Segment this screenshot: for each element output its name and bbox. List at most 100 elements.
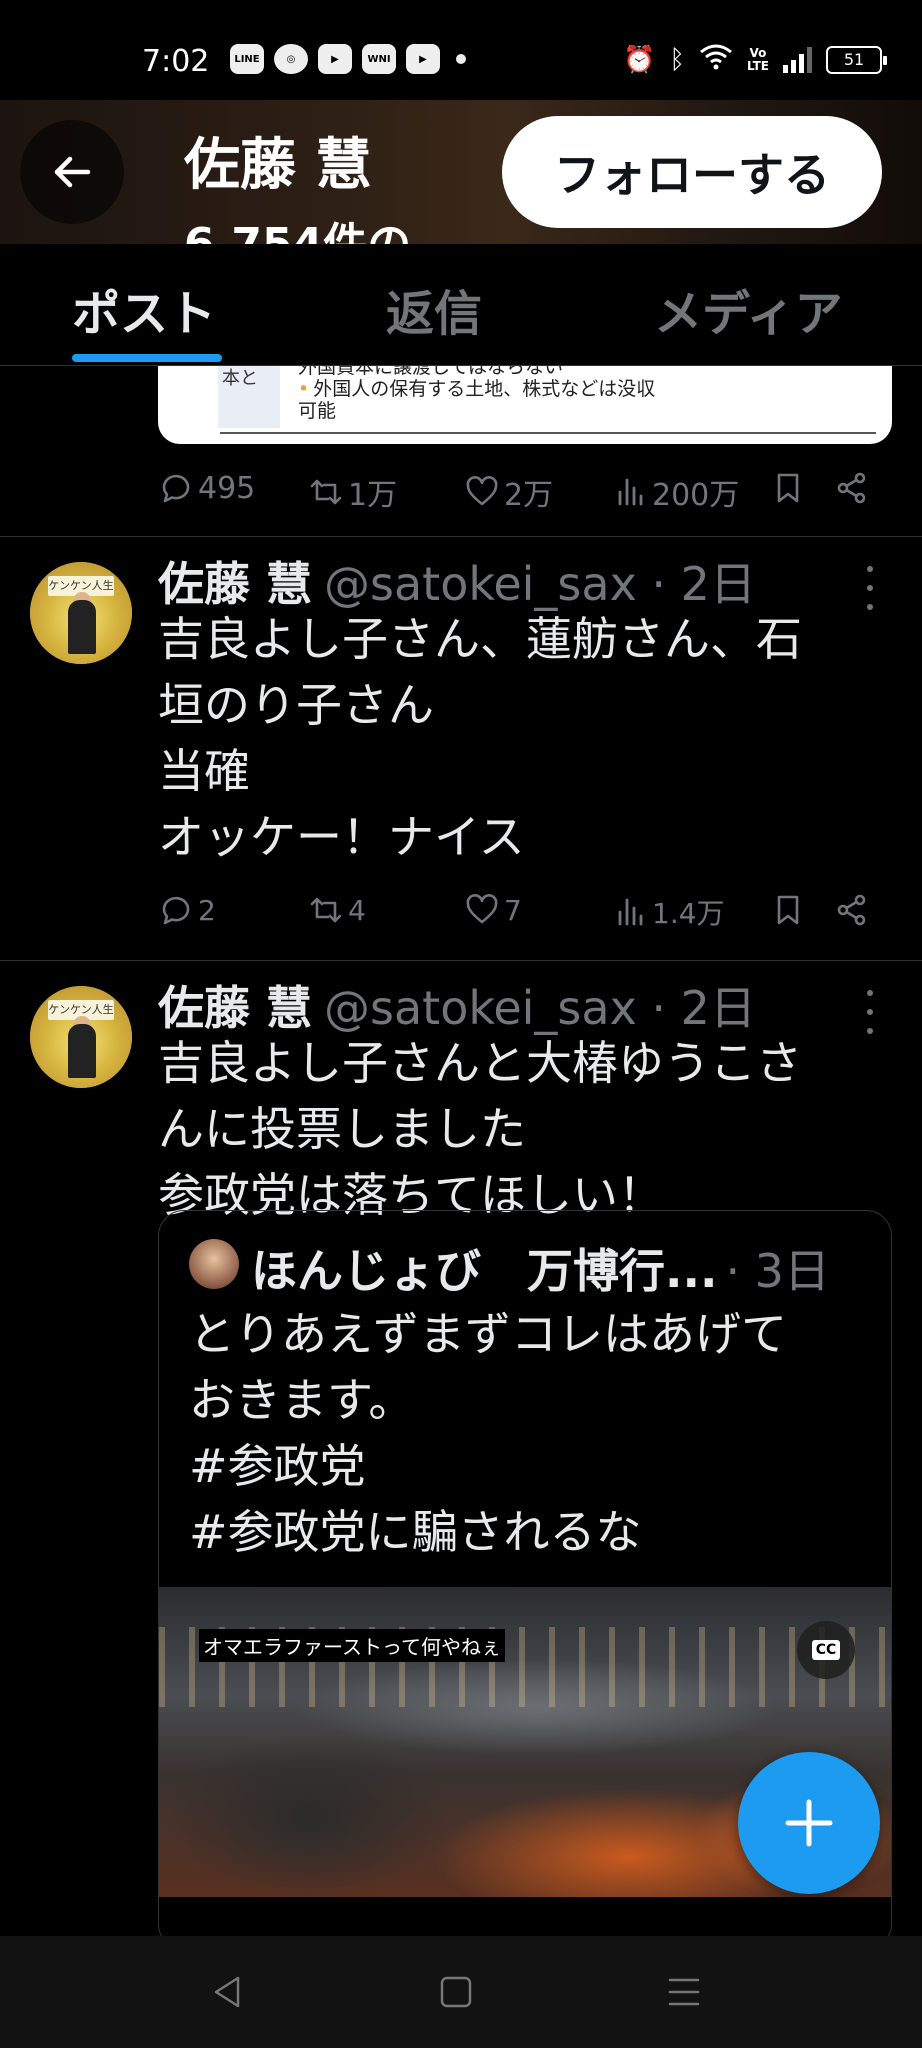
hashtag-link[interactable]: #参政党に騙されるな	[189, 1499, 869, 1565]
reply-button[interactable]: 495	[158, 470, 255, 506]
youtube-icon: ▶	[318, 44, 352, 74]
repost-icon	[310, 479, 342, 505]
repost-icon	[310, 897, 342, 923]
post-actions: 2 4 7 1.4万	[158, 892, 878, 940]
post-image[interactable]: 本と 外国資本に譲渡してはならない • 外国人の保有する土地、株式などは没収 可能	[158, 366, 892, 444]
profile-header: 佐藤 慧 6,754件の フォローする	[0, 100, 922, 244]
heart-icon	[466, 476, 498, 506]
reply-count: 2	[198, 893, 216, 927]
status-notification-icons: LINE ◎ ▶ WNI ▶	[230, 44, 466, 74]
quote-meta: · 3日	[725, 1244, 830, 1298]
post-text-line: 吉良よし子さん、蓮舫さん、石	[158, 612, 802, 666]
cell-signal-icon	[783, 46, 812, 73]
plus-icon	[785, 1799, 833, 1847]
nav-home-button[interactable]	[428, 1964, 484, 2020]
image-line: 可能	[298, 400, 337, 422]
post-item[interactable]: ケンケン人生 佐藤 慧 @satokei_sax · 2日 吉良よし子さん、蓮舫さ…	[0, 536, 922, 960]
like-button[interactable]: 2万	[464, 470, 553, 514]
wifi-icon	[699, 42, 733, 77]
share-icon	[837, 894, 866, 926]
status-bar: 7:02 LINE ◎ ▶ WNI ▶ ⏰ ᛒ Vo LTE 51	[0, 0, 922, 100]
hashtag-link[interactable]: #参政党	[189, 1433, 869, 1499]
more-options-icon[interactable]	[862, 566, 878, 610]
like-button[interactable]: 7	[464, 892, 522, 928]
author-name[interactable]: 佐藤 慧	[158, 981, 312, 1035]
quote-header: ほんじょび 万博行... · 3日	[251, 1235, 830, 1301]
avatar[interactable]: ケンケン人生	[30, 986, 132, 1088]
menu-icon	[668, 1978, 700, 2006]
share-button[interactable]	[834, 470, 870, 506]
view-count: 1.4万	[652, 897, 725, 930]
tab-replies[interactable]: 返信	[386, 274, 482, 344]
post-text: 吉良よし子さん、蓮舫さん、石 垣のり子さん 当確 オッケー！ナイス	[158, 606, 878, 870]
post-actions: 495 1万 2万 200万	[158, 470, 878, 518]
wni-icon: WNI	[362, 44, 396, 74]
tab-media[interactable]: メディア	[654, 274, 843, 344]
image-label: 本と	[218, 366, 280, 428]
more-notifications-dot-icon	[456, 54, 466, 64]
avatar[interactable]: ケンケン人生	[30, 562, 132, 664]
share-icon	[837, 472, 866, 504]
image-line: 外国資本に譲渡してはならない	[298, 366, 564, 378]
volte-icon: Vo LTE	[746, 45, 769, 73]
square-home-icon	[440, 1976, 472, 2008]
post-text-line: オッケー！ナイス	[158, 810, 525, 864]
author-name[interactable]: 佐藤 慧	[158, 557, 312, 611]
author-handle[interactable]: @satokei_sax · 2日	[324, 981, 756, 1035]
post-header: 佐藤 慧 @satokei_sax · 2日	[158, 548, 756, 614]
video-caption: オマエラファーストって何やねぇ	[199, 1629, 505, 1662]
quote-text-line: とりあえずまずコレはあげて	[189, 1307, 787, 1361]
post-text-line: 垣のり子さん	[158, 678, 434, 732]
more-options-icon[interactable]	[862, 990, 878, 1034]
youtube-icon: ▶	[406, 44, 440, 74]
views-button[interactable]: 200万	[612, 470, 739, 514]
line-app-icon: LINE	[230, 44, 264, 74]
system-nav-bar	[0, 1936, 922, 2048]
reply-button[interactable]: 2	[158, 892, 216, 928]
compose-button[interactable]	[738, 1752, 880, 1894]
cc-icon: CC	[811, 1640, 841, 1660]
profile-name: 佐藤 慧	[184, 133, 372, 198]
reply-icon	[162, 896, 190, 925]
post-text-line: んに投票しました	[158, 1102, 526, 1156]
share-button[interactable]	[834, 892, 870, 928]
timeline[interactable]: 本と 外国資本に譲渡してはならない • 外国人の保有する土地、株式などは没収 可能…	[0, 366, 922, 1936]
reply-count: 495	[198, 470, 256, 506]
like-count: 7	[504, 893, 522, 927]
repost-button[interactable]: 1万	[308, 470, 397, 514]
heart-icon	[466, 894, 498, 924]
tab-posts[interactable]: ポスト	[72, 274, 216, 344]
arrow-left-icon	[54, 156, 91, 188]
battery-icon: 51	[826, 45, 887, 74]
view-count: 200万	[652, 478, 740, 513]
bluetooth-icon: ᛒ	[669, 44, 685, 75]
like-count: 2万	[504, 478, 554, 513]
repost-button[interactable]: 4	[308, 892, 366, 928]
active-tab-indicator	[72, 354, 222, 362]
bookmark-button[interactable]	[770, 892, 806, 928]
closed-captions-button[interactable]: CC	[797, 1621, 855, 1679]
post-text-line: 当確	[158, 744, 250, 798]
views-button[interactable]: 1.4万	[612, 892, 725, 932]
alarm-icon: ⏰	[622, 44, 656, 75]
image-rule	[220, 432, 876, 434]
nav-back-button[interactable]	[200, 1964, 256, 2020]
profile-tabs: ポスト 返信 メディア	[0, 244, 922, 366]
bookmark-icon	[777, 895, 799, 925]
follow-button[interactable]: フォローする	[502, 116, 882, 228]
triangle-back-icon	[214, 1976, 240, 2008]
bookmark-button[interactable]	[770, 470, 806, 506]
quote-text-line: おきます。	[189, 1373, 415, 1427]
status-system-icons: ⏰ ᛒ Vo LTE 51	[622, 42, 887, 77]
views-icon	[618, 898, 643, 926]
author-handle[interactable]: @satokei_sax · 2日	[324, 557, 756, 611]
post-text-line: 吉良よし子さんと大椿ゆうこさ	[158, 1036, 802, 1090]
image-line: • 外国人の保有する土地、株式などは没収	[298, 378, 656, 400]
post-count: 6,754件の	[184, 208, 411, 244]
repost-count: 1万	[348, 478, 398, 513]
signal-app-icon: ◎	[274, 44, 308, 74]
back-button[interactable]	[20, 120, 124, 224]
quote-text: とりあえずまずコレはあげて おきます。 #参政党 #参政党に騙されるな	[189, 1301, 869, 1565]
nav-menu-button[interactable]	[656, 1964, 712, 2020]
quote-author-name: ほんじょび 万博行...	[251, 1244, 718, 1298]
